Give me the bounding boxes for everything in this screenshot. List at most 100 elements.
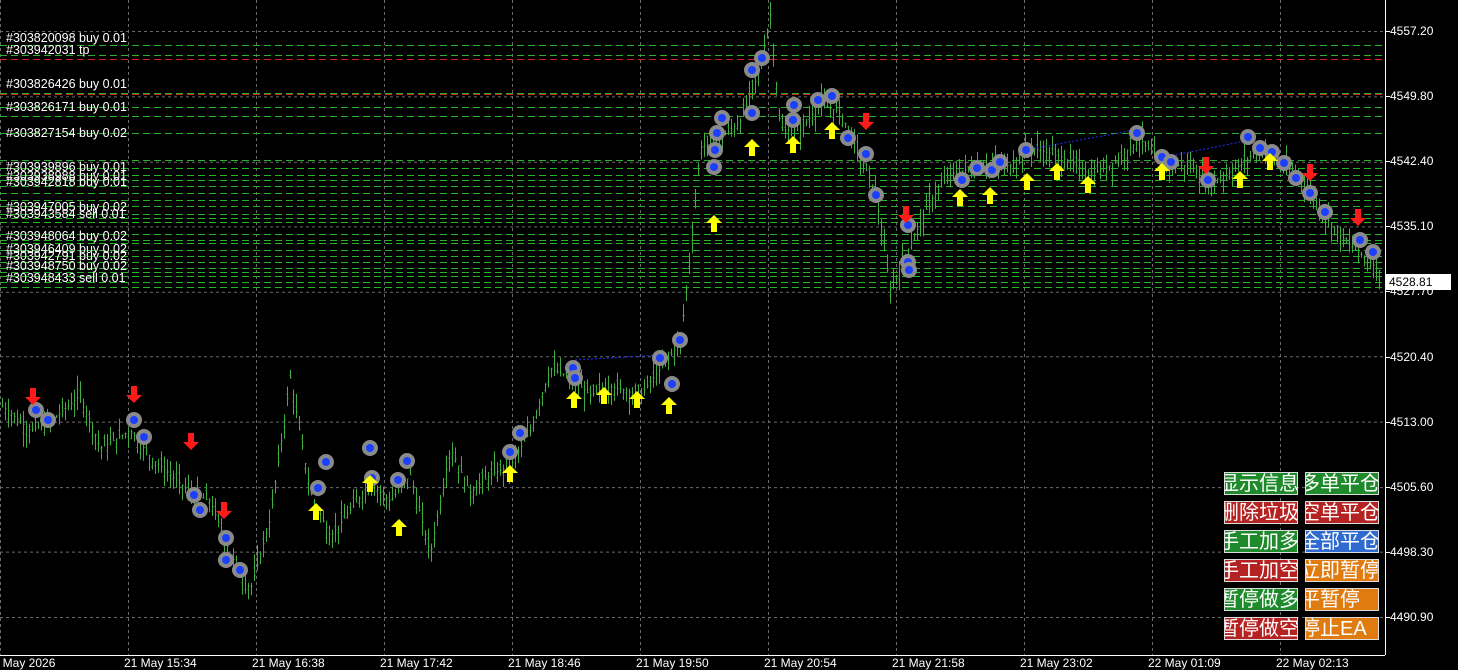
buy-arrow-icon (952, 189, 968, 206)
price-tick-label: 4505.60 (1390, 479, 1434, 494)
sell-arrow-icon (858, 113, 874, 130)
trade-marker-core (905, 266, 913, 274)
buy-arrow-icon (706, 215, 722, 232)
current-price-label: 4528.81 (1385, 274, 1451, 290)
time-tick-label: 21 May 18:46 (508, 656, 581, 670)
trade-marker-core (44, 416, 52, 424)
trade-marker-core (196, 506, 204, 514)
time-tick-label: 21 May 16:38 (252, 656, 325, 670)
panel-button[interactable]: 全部平仓 (1305, 530, 1379, 553)
panel-button[interactable]: 显示信息 (1224, 472, 1298, 495)
price-tick-label: 4498.30 (1390, 544, 1434, 559)
trade-marker-core (668, 380, 676, 388)
trade-marker-core (1204, 176, 1212, 184)
buy-arrow-icon (1049, 163, 1065, 180)
buy-arrow-icon (744, 139, 760, 156)
order-label: #303827154 buy 0.02 (6, 126, 127, 140)
buy-arrow-icon (824, 122, 840, 139)
trade-marker-core (1256, 144, 1264, 152)
trade-marker-core (758, 54, 766, 62)
time-tick-label: 21 May 20:54 (764, 656, 837, 670)
buy-arrow-icon (1232, 171, 1248, 188)
trade-marker-core (1369, 248, 1377, 256)
panel-button[interactable]: 平暂停 (1305, 588, 1379, 611)
trade-marker-core (656, 354, 664, 362)
sell-arrow-icon (183, 433, 199, 450)
order-label: #303826426 buy 0.01 (6, 77, 127, 91)
trade-marker-core (366, 444, 374, 452)
sell-arrow-icon (126, 386, 142, 403)
trade-link-line (574, 354, 661, 361)
trade-marker-core (710, 163, 718, 171)
price-tick-label: 4557.20 (1390, 24, 1434, 38)
trade-marker-core (236, 566, 244, 574)
buy-arrow-icon (661, 397, 677, 414)
trade-marker-core (140, 433, 148, 441)
trade-marker-core (676, 336, 684, 344)
trade-marker-core (718, 114, 726, 122)
trade-marker-core (222, 534, 230, 542)
trade-marker-core (1280, 159, 1288, 167)
trade-marker-core (314, 484, 322, 492)
order-label: #303826171 buy 0.01 (6, 100, 127, 114)
trade-marker-core (571, 374, 579, 382)
price-tick-label: 4513.00 (1390, 414, 1434, 429)
chart-area[interactable] (0, 0, 1385, 655)
time-tick-label: 21 May 2026 (0, 656, 56, 670)
order-label: #303942818 buy 0.01 (6, 175, 127, 189)
price-tick-label: 4490.90 (1390, 610, 1434, 624)
trade-marker-core (506, 448, 514, 456)
trade-marker-core (394, 476, 402, 484)
sell-arrow-icon (1350, 209, 1366, 226)
trade-marker-core (996, 158, 1004, 166)
panel-button[interactable]: 暂停做多 (1224, 588, 1298, 611)
time-tick-label: 21 May 17:42 (380, 656, 453, 670)
order-label: #303942031 tp (6, 43, 90, 57)
trade-marker-core (814, 96, 822, 104)
panel-button[interactable]: 删除垃圾 (1224, 501, 1298, 524)
panel-button[interactable]: 空单平仓 (1305, 501, 1379, 524)
order-label: #303948433 sell 0.01 (6, 271, 126, 285)
buy-arrow-icon (982, 187, 998, 204)
trade-marker-core (713, 129, 721, 137)
time-tick-label: 22 May 01:09 (1148, 656, 1221, 670)
panel-button[interactable]: 暂停做空 (1224, 617, 1298, 640)
trade-marker-core (790, 101, 798, 109)
trade-marker-core (32, 406, 40, 414)
panel-button[interactable]: 停止EA (1305, 617, 1379, 640)
order-label: #303943584 sell 0.01 (6, 207, 126, 221)
time-tick-label: 21 May 19:50 (636, 656, 709, 670)
trade-marker-core (862, 150, 870, 158)
panel-button[interactable]: 多单平仓 (1305, 472, 1379, 495)
trade-marker-core (748, 109, 756, 117)
trade-marker-core (1321, 208, 1329, 216)
time-tick-label: 22 May 02:13 (1276, 656, 1349, 670)
trade-marker-core (958, 176, 966, 184)
trade-marker-core (973, 164, 981, 172)
trade-marker-core (828, 92, 836, 100)
panel-button[interactable]: 手工加多 (1224, 530, 1298, 553)
time-tick-label: 21 May 21:58 (892, 656, 965, 670)
price-chart[interactable] (0, 0, 1385, 655)
buy-arrow-icon (391, 519, 407, 536)
buy-arrow-icon (596, 387, 612, 404)
trade-marker-core (1133, 129, 1141, 137)
trade-marker-core (1167, 158, 1175, 166)
trade-marker-core (516, 429, 524, 437)
price-tick-label: 4535.10 (1390, 219, 1434, 234)
price-tick-label: 4549.80 (1390, 89, 1434, 104)
time-tick-label: 21 May 23:02 (1020, 656, 1093, 670)
trade-marker-core (789, 116, 797, 124)
price-tick-label: 4520.40 (1390, 349, 1434, 364)
buy-arrow-icon (629, 391, 645, 408)
panel-button[interactable]: 立即暂停 (1305, 559, 1379, 582)
time-axis: 21 May 2026 21 May 15:34 21 May 16:38 21 Ma… (0, 655, 1385, 670)
sell-arrow-icon (1198, 157, 1214, 174)
trade-marker-core (403, 457, 411, 465)
trade-marker-core (711, 146, 719, 154)
price-tick-label: 4542.40 (1390, 154, 1434, 169)
panel-button[interactable]: 手工加空 (1224, 559, 1298, 582)
time-tick-label: 21 May 15:34 (124, 656, 197, 670)
buy-arrow-icon (1019, 173, 1035, 190)
trade-marker-core (1022, 146, 1030, 154)
